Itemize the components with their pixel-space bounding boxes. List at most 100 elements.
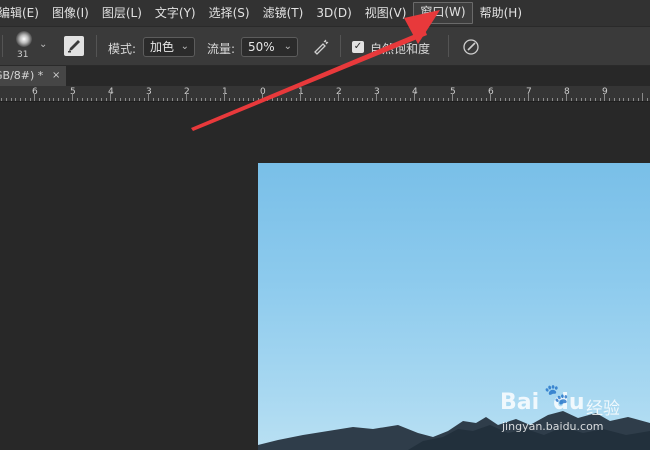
ruler-tick <box>124 98 126 101</box>
ruler-tick <box>229 98 230 101</box>
vibrance-label: 自然饱和度 <box>370 42 431 56</box>
ruler-tick <box>642 93 644 101</box>
ruler-tick <box>238 98 240 101</box>
vibrance-checkbox[interactable]: ✓ <box>352 41 364 53</box>
ruler-tick <box>91 98 93 101</box>
menu-filter[interactable]: 滤镜(T) <box>257 3 310 23</box>
ruler-tick <box>162 98 164 101</box>
document-tab-bar: GB/8#) * × <box>0 66 650 86</box>
blend-mode-select[interactable]: 加色 ⌄ <box>143 37 195 57</box>
menu-edit[interactable]: 编辑(E) <box>0 3 45 23</box>
ruler-tick <box>400 98 401 101</box>
ruler-tick <box>514 98 515 101</box>
ruler-tick <box>471 98 473 101</box>
ruler-tick <box>262 93 264 101</box>
ruler-tick <box>504 98 506 101</box>
ruler-tick <box>461 98 463 101</box>
ruler-tick <box>594 98 596 101</box>
ruler-tick <box>176 98 178 101</box>
menu-image[interactable]: 图像(I) <box>46 3 95 23</box>
pressure-button[interactable] <box>461 37 481 57</box>
ruler-tick <box>195 98 197 101</box>
flow-input[interactable]: 50% ⌄ <box>241 37 298 57</box>
ruler-tick <box>485 98 487 101</box>
menu-layer[interactable]: 图层(L) <box>96 3 148 23</box>
ruler-tick <box>343 98 344 101</box>
ruler-tick <box>523 98 525 101</box>
ruler-tick <box>357 98 359 101</box>
ruler-tick <box>157 98 159 101</box>
flow-value: 50% <box>248 40 275 54</box>
ruler-tick <box>34 93 36 101</box>
ruler-tick <box>200 98 202 101</box>
ruler-tick <box>390 98 392 101</box>
ruler-tick <box>509 98 511 101</box>
brush-settings-button[interactable] <box>64 36 84 56</box>
ruler-tick <box>480 98 482 101</box>
ruler-tick <box>571 98 572 101</box>
ruler-tick <box>24 98 26 101</box>
ruler-tick <box>309 98 311 101</box>
options-separator <box>96 35 97 57</box>
ruler-tick <box>438 98 439 101</box>
menu-type[interactable]: 文字(Y) <box>149 3 202 23</box>
ruler-tick <box>100 98 102 101</box>
ruler-tick <box>561 98 563 101</box>
ruler-tick <box>243 98 245 101</box>
ruler-tick <box>366 98 368 101</box>
ruler-tick <box>15 98 17 101</box>
ruler-tick <box>457 98 458 101</box>
brush-preset-preview[interactable] <box>16 31 32 47</box>
ruler-tick <box>324 98 325 101</box>
ruler-tick <box>547 98 549 101</box>
ruler-tick <box>257 98 259 101</box>
ruler-tick <box>129 98 131 101</box>
ruler-tick <box>305 98 306 101</box>
ruler-tick <box>590 98 591 101</box>
ruler-tick <box>385 98 387 101</box>
menu-help[interactable]: 帮助(H) <box>474 3 528 23</box>
menu-view[interactable]: 视图(V) <box>359 3 413 23</box>
ruler-tick <box>205 98 207 101</box>
ruler-tick <box>62 98 64 101</box>
ruler-tick <box>428 98 430 101</box>
ruler-tick <box>556 98 558 101</box>
ruler-tick <box>276 98 278 101</box>
mode-label: 模式: <box>108 42 137 56</box>
ruler-tick <box>328 98 330 101</box>
close-icon[interactable]: × <box>52 66 60 86</box>
ruler-tick <box>300 93 302 101</box>
menu-select[interactable]: 选择(S) <box>203 3 256 23</box>
ruler-tick <box>599 98 601 101</box>
ruler-tick <box>224 93 226 101</box>
ruler-tick <box>58 98 59 101</box>
ruler-tick <box>319 98 321 101</box>
brush-preset-chevron-down-icon[interactable]: ⌄ <box>39 39 47 50</box>
ruler-tick <box>409 98 411 101</box>
chevron-down-icon: ⌄ <box>180 41 189 52</box>
ruler-tick <box>613 98 615 101</box>
ruler-tick <box>181 98 183 101</box>
ruler-tick <box>219 98 221 101</box>
ruler-tick <box>295 98 297 101</box>
ruler-tick <box>271 98 273 101</box>
horizontal-ruler[interactable]: 6 5 4 3 2 1 0 1 2 3 4 5 6 7 8 9 <box>0 86 650 102</box>
airbrush-toggle-button[interactable] <box>311 37 331 57</box>
ruler-tick <box>604 93 606 101</box>
watermark-url: jingyan.baidu.com <box>502 420 604 433</box>
document-tab[interactable]: GB/8#) * × <box>0 66 66 86</box>
ruler-tick <box>153 98 154 101</box>
paw-logo-icon: 🐾 <box>544 382 569 406</box>
menu-3d[interactable]: 3D(D) <box>310 3 357 23</box>
ruler-tick <box>143 98 145 101</box>
ruler-tick <box>333 98 335 101</box>
ruler-tick <box>119 98 121 101</box>
document-tab-name: GB/8#) * <box>0 69 44 82</box>
ruler-tick <box>618 98 620 101</box>
blend-mode-value: 加色 <box>150 40 175 54</box>
menu-window[interactable]: 窗口(W) <box>413 2 473 24</box>
flow-label: 流量: <box>207 42 236 56</box>
ruler-tick <box>352 98 354 101</box>
ruler-tick <box>248 98 249 101</box>
ruler-tick <box>647 98 648 101</box>
